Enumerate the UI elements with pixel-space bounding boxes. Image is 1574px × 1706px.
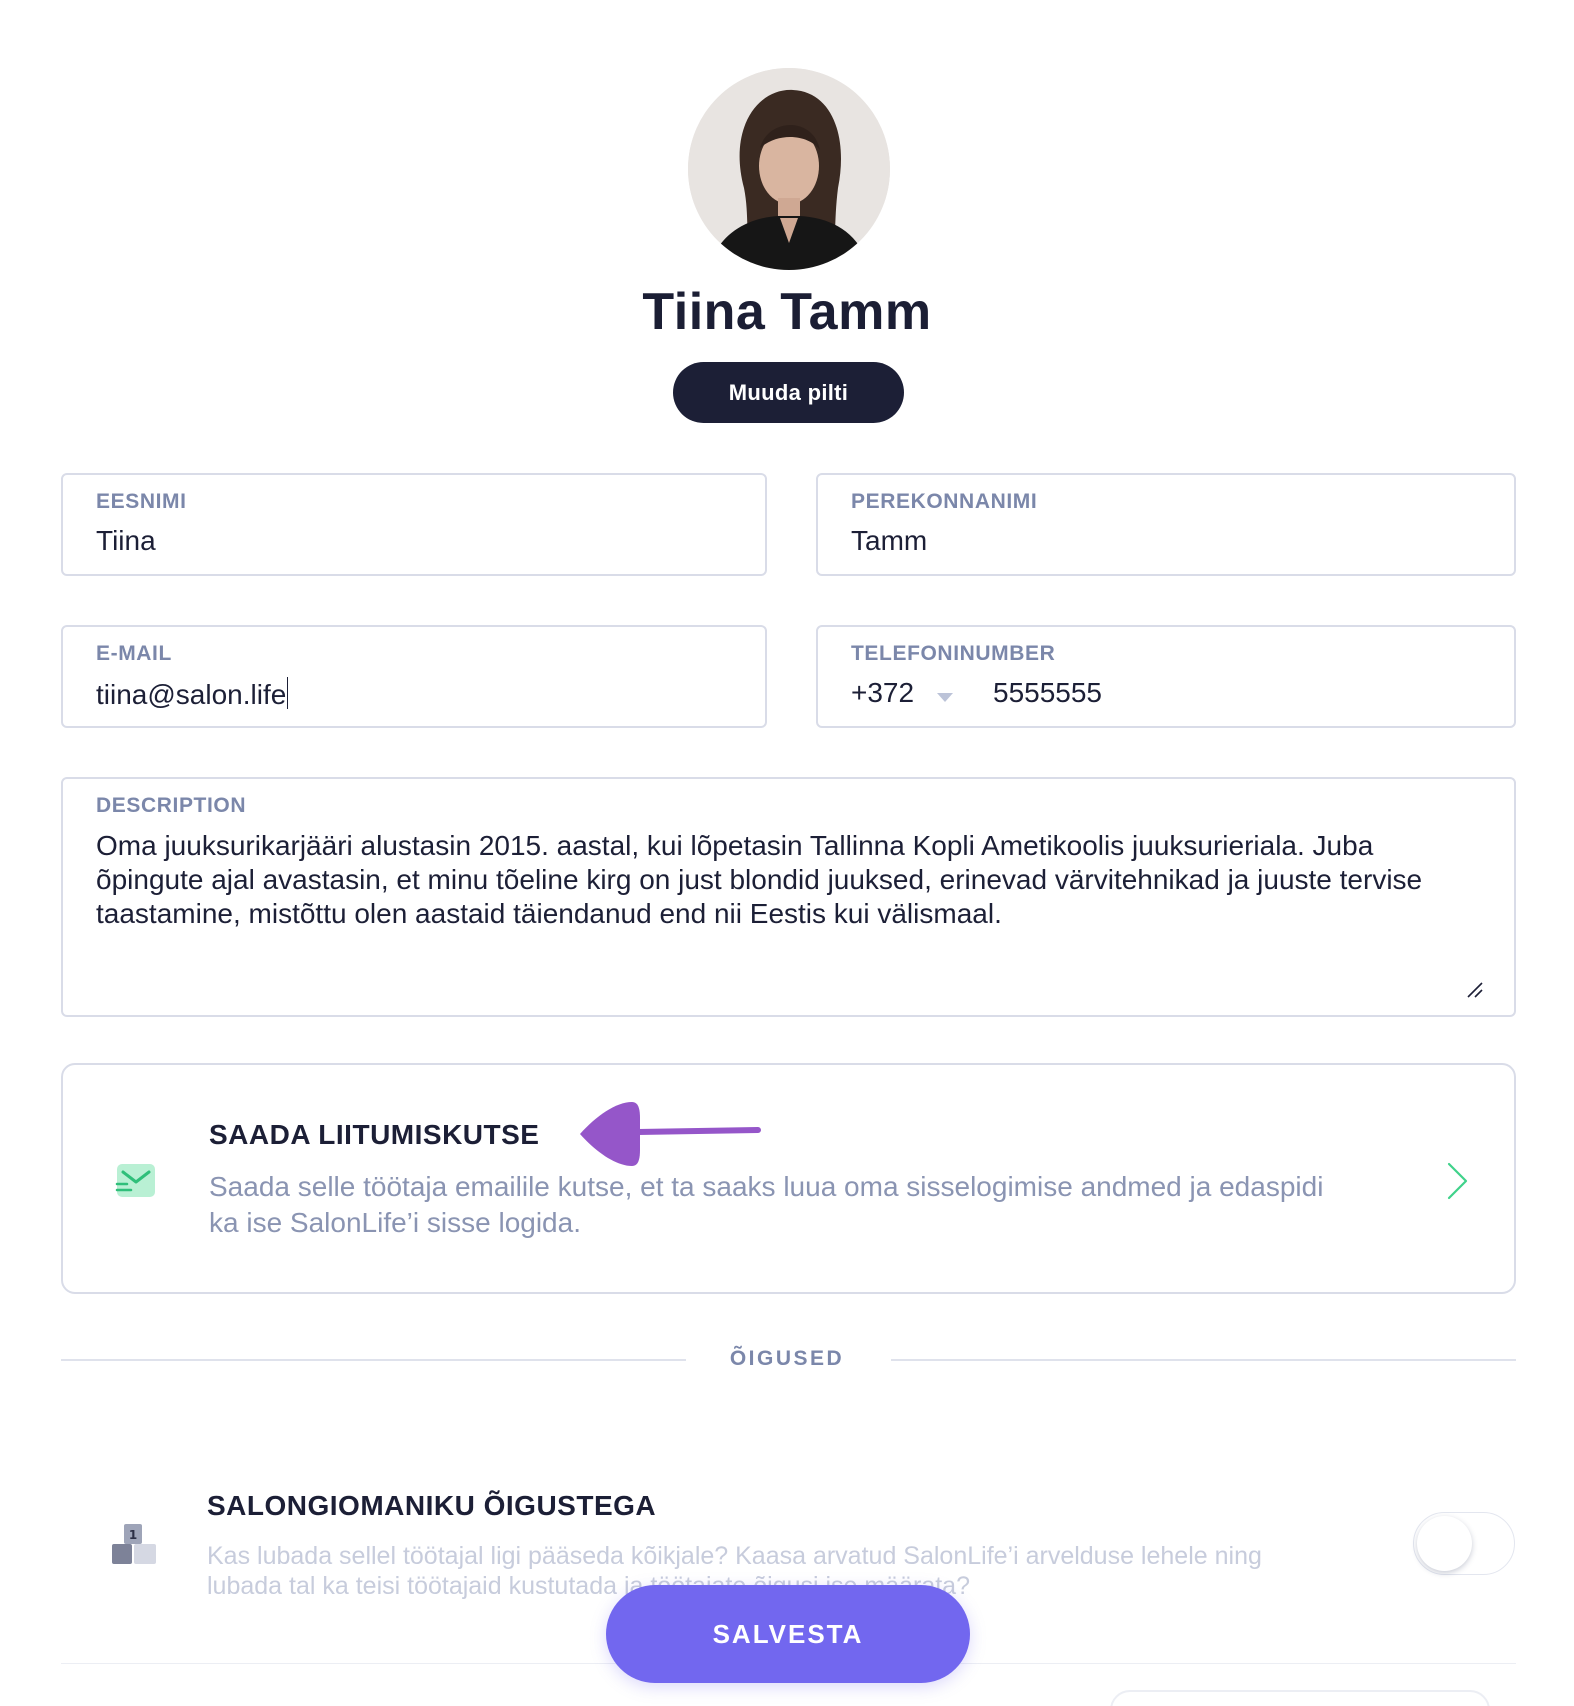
send-invite-card[interactable]: SAADA LIITUMISKUTSE Saada selle töötaja …: [61, 1063, 1516, 1294]
phone-number-value[interactable]: 5555555: [993, 677, 1102, 709]
text-caret: [287, 677, 289, 709]
resize-handle-icon[interactable]: [1466, 981, 1484, 999]
first-name-label: EESNIMI: [96, 490, 187, 513]
last-name-value[interactable]: Tamm: [851, 525, 927, 557]
invite-description: Saada selle töötaja emailile kutse, et t…: [209, 1171, 1324, 1238]
phone-label: TELEFONINUMBER: [851, 642, 1056, 665]
save-button[interactable]: SALVESTA: [606, 1585, 970, 1683]
podium-rank-icon: 1: [112, 1524, 156, 1564]
permissions-section-label: ÕIGUSED: [729, 1347, 845, 1370]
owner-rights-toggle[interactable]: [1413, 1512, 1515, 1575]
description-label: DESCRIPTION: [96, 794, 247, 817]
email-value-wrap[interactable]: tiina@salon.life: [96, 677, 289, 711]
svg-text:1: 1: [129, 1528, 137, 1542]
last-name-field[interactable]: PEREKONNANIMI Tamm: [816, 473, 1516, 576]
description-value[interactable]: Oma juuksurikarjääri alustasin 2015. aas…: [96, 829, 1474, 931]
profile-name: Tiina Tamm: [642, 283, 932, 341]
toggle-knob[interactable]: [1417, 1516, 1472, 1571]
partial-element-bottom: [1110, 1690, 1490, 1706]
last-name-label: PEREKONNANIMI: [851, 490, 1038, 513]
first-name-value[interactable]: Tiina: [96, 525, 156, 557]
country-code-select[interactable]: +372: [851, 677, 914, 709]
invite-title: SAADA LIITUMISKUTSE: [209, 1119, 540, 1150]
email-label: E-MAIL: [96, 642, 172, 665]
annotation-arrow-icon: [580, 1102, 761, 1166]
description-textarea[interactable]: DESCRIPTION Oma juuksurikarjääri alustas…: [61, 777, 1516, 1017]
change-photo-button[interactable]: Muuda pilti: [673, 362, 904, 423]
first-name-field[interactable]: EESNIMI Tiina: [61, 473, 767, 576]
email-value[interactable]: tiina@salon.life: [96, 679, 286, 710]
profile-avatar: [688, 68, 890, 270]
avatar-portrait-image: [688, 68, 890, 270]
chevron-right-icon[interactable]: [1446, 1161, 1470, 1201]
chevron-down-icon[interactable]: [937, 693, 953, 702]
email-field[interactable]: E-MAIL tiina@salon.life: [61, 625, 767, 728]
phone-field[interactable]: TELEFONINUMBER +372 5555555: [816, 625, 1516, 728]
envelope-send-icon: [115, 1164, 155, 1197]
owner-rights-title: SALONGIOMANIKU ÕIGUSTEGA: [207, 1490, 657, 1521]
